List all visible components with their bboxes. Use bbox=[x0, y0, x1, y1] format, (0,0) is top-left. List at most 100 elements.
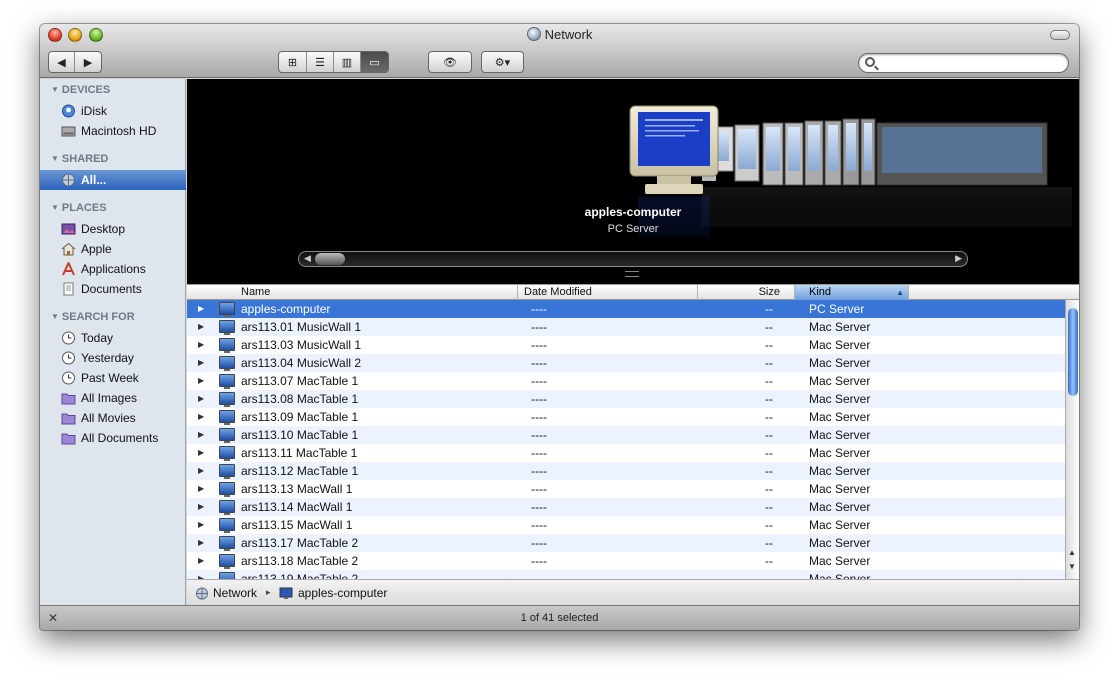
list-view-button[interactable]: ☰ bbox=[307, 52, 334, 72]
disclosure-triangle-icon[interactable]: ▶ bbox=[198, 520, 204, 529]
sidebar-item-label: All Documents bbox=[81, 431, 159, 445]
table-row[interactable]: ▶ ars113.13 MacWall 1 ---- -- Mac Server bbox=[187, 480, 1065, 498]
sidebar-item-idisk[interactable]: iDisk bbox=[40, 101, 186, 121]
vertical-scroll-thumb[interactable] bbox=[1068, 308, 1078, 396]
disclosure-triangle-icon[interactable]: ▶ bbox=[198, 484, 204, 493]
sidebar-item-applications[interactable]: Applications bbox=[40, 259, 186, 279]
sidebar-item-macintosh-hd[interactable]: Macintosh HD bbox=[40, 121, 186, 141]
column-view-button[interactable]: ▥ bbox=[334, 52, 361, 72]
sidebar-item-documents[interactable]: Documents bbox=[40, 279, 186, 299]
cover-flow-scroll-thumb[interactable] bbox=[315, 253, 345, 265]
disclosure-triangle-icon[interactable]: ▶ bbox=[198, 502, 204, 511]
table-row[interactable]: ▶ ars113.18 MacTable 2 ---- -- Mac Server bbox=[187, 552, 1065, 570]
sidebar-header-devices: DEVICES bbox=[51, 84, 110, 96]
split-resize-handle[interactable] bbox=[625, 271, 639, 277]
row-date-modified: ---- bbox=[531, 392, 547, 406]
sidebar-item-desktop[interactable]: Desktop bbox=[40, 219, 186, 239]
cover-flow-scrollbar[interactable]: ◀ ▶ bbox=[298, 251, 968, 267]
sidebar-item-all-shared[interactable]: All... bbox=[40, 170, 186, 190]
path-item-network[interactable]: Network bbox=[213, 586, 257, 600]
search-field[interactable] bbox=[858, 53, 1069, 73]
row-date-modified: ---- bbox=[531, 482, 547, 496]
disclosure-triangle-icon[interactable]: ▶ bbox=[198, 430, 204, 439]
row-kind: Mac Server bbox=[809, 428, 871, 442]
sidebar-item-all-documents[interactable]: All Documents bbox=[40, 428, 186, 448]
row-size: -- bbox=[765, 464, 773, 478]
table-row[interactable]: ▶ ars113.03 MusicWall 1 ---- -- Mac Server bbox=[187, 336, 1065, 354]
sidebar-item-today[interactable]: Today bbox=[40, 328, 186, 348]
table-row[interactable]: ▶ ars113.04 MusicWall 2 ---- -- Mac Server bbox=[187, 354, 1065, 372]
disclosure-triangle-icon[interactable]: ▶ bbox=[198, 376, 204, 385]
back-button[interactable]: ◀ bbox=[49, 52, 75, 72]
cover-flow-view-button[interactable]: ▭ bbox=[361, 52, 388, 72]
table-row[interactable]: ▶ ars113.15 MacWall 1 ---- -- Mac Server bbox=[187, 516, 1065, 534]
column-header-date-modified[interactable]: Date Modified bbox=[518, 285, 698, 300]
table-row[interactable]: ▶ ars113.01 MusicWall 1 ---- -- Mac Server bbox=[187, 318, 1065, 336]
disclosure-triangle-icon[interactable]: ▶ bbox=[198, 394, 204, 403]
table-row[interactable]: ▶ ars113.11 MacTable 1 ---- -- Mac Server bbox=[187, 444, 1065, 462]
row-size: -- bbox=[765, 482, 773, 496]
sidebar-item-all-images[interactable]: All Images bbox=[40, 388, 186, 408]
table-row[interactable]: ▶ apples-computer ---- -- PC Server bbox=[187, 300, 1065, 318]
row-kind: Mac Server bbox=[809, 338, 871, 352]
smart-folder-icon bbox=[61, 393, 76, 405]
server-computer-icon bbox=[219, 338, 235, 353]
scroll-down-icon[interactable]: ▼ bbox=[1068, 562, 1076, 571]
server-computer-icon bbox=[219, 356, 235, 371]
status-text: 1 of 41 selected bbox=[520, 612, 599, 624]
row-kind: Mac Server bbox=[809, 356, 871, 370]
cover-flow-view[interactable]: apples-computer PC Server ◀ ▶ bbox=[187, 79, 1079, 284]
title-bar: Network ◀ ▶ ⊞ ☰ ▥ ▭ 👁 ⚙▾ bbox=[40, 24, 1079, 78]
sidebar-item-past-week[interactable]: Past Week bbox=[40, 368, 186, 388]
icon-view-button[interactable]: ⊞ bbox=[279, 52, 307, 72]
sidebar-item-label: Past Week bbox=[81, 371, 139, 385]
column-header-name[interactable]: Name bbox=[187, 285, 518, 300]
table-row[interactable]: ▶ ars113.19 MacTable 2 ---- -- Mac Server bbox=[187, 570, 1065, 579]
quick-look-button[interactable]: 👁 bbox=[428, 51, 472, 73]
server-computer-icon bbox=[219, 320, 235, 335]
column-header-size[interactable]: Size bbox=[698, 285, 795, 300]
path-bar: Network ▸ apples-computer bbox=[187, 579, 1079, 605]
path-separator-icon: ▸ bbox=[266, 587, 271, 597]
row-name: ars113.13 MacWall 1 bbox=[241, 482, 353, 496]
disclosure-triangle-icon[interactable]: ▶ bbox=[198, 304, 204, 313]
sidebar-item-label: All Images bbox=[81, 391, 138, 405]
row-kind: PC Server bbox=[809, 302, 865, 316]
smart-folder-icon bbox=[61, 413, 76, 425]
table-row[interactable]: ▶ ars113.14 MacWall 1 ---- -- Mac Server bbox=[187, 498, 1065, 516]
disclosure-triangle-icon[interactable]: ▶ bbox=[198, 412, 204, 421]
row-date-modified: ---- bbox=[531, 446, 547, 460]
search-input[interactable] bbox=[881, 56, 1061, 70]
row-kind: Mac Server bbox=[809, 446, 871, 460]
list-column-headers: Name Date Modified Size Kind bbox=[187, 284, 1079, 300]
table-row[interactable]: ▶ ars113.07 MacTable 1 ---- -- Mac Server bbox=[187, 372, 1065, 390]
table-row[interactable]: ▶ ars113.12 MacTable 1 ---- -- Mac Server bbox=[187, 462, 1065, 480]
row-name: ars113.19 MacTable 2 bbox=[241, 572, 359, 579]
scroll-up-icon[interactable]: ▲ bbox=[1068, 548, 1076, 557]
table-row[interactable]: ▶ ars113.10 MacTable 1 ---- -- Mac Server bbox=[187, 426, 1065, 444]
scroll-right-icon[interactable]: ▶ bbox=[955, 253, 962, 264]
column-header-kind[interactable]: Kind bbox=[795, 285, 909, 300]
forward-button[interactable]: ▶ bbox=[75, 52, 101, 72]
sidebar-item-all-movies[interactable]: All Movies bbox=[40, 408, 186, 428]
toolbar-toggle-button[interactable] bbox=[1050, 30, 1070, 40]
scroll-left-icon[interactable]: ◀ bbox=[304, 253, 311, 264]
disclosure-triangle-icon[interactable]: ▶ bbox=[198, 322, 204, 331]
disclosure-triangle-icon[interactable]: ▶ bbox=[198, 358, 204, 367]
sidebar-item-label: All Movies bbox=[81, 411, 136, 425]
disclosure-triangle-icon[interactable]: ▶ bbox=[198, 448, 204, 457]
row-size: -- bbox=[765, 392, 773, 406]
disclosure-triangle-icon[interactable]: ▶ bbox=[198, 340, 204, 349]
table-row[interactable]: ▶ ars113.08 MacTable 1 ---- -- Mac Server bbox=[187, 390, 1065, 408]
path-item-current[interactable]: apples-computer bbox=[298, 586, 387, 600]
disclosure-triangle-icon[interactable]: ▶ bbox=[198, 538, 204, 547]
table-row[interactable]: ▶ ars113.17 MacTable 2 ---- -- Mac Server bbox=[187, 534, 1065, 552]
action-menu-button[interactable]: ⚙▾ bbox=[481, 51, 524, 73]
table-row[interactable]: ▶ ars113.09 MacTable 1 ---- -- Mac Server bbox=[187, 408, 1065, 426]
vertical-scrollbar[interactable]: ▲ ▼ bbox=[1065, 300, 1079, 579]
disclosure-triangle-icon[interactable]: ▶ bbox=[198, 556, 204, 565]
server-computer-icon bbox=[219, 410, 235, 425]
sidebar-item-yesterday[interactable]: Yesterday bbox=[40, 348, 186, 368]
sidebar-item-apple[interactable]: Apple bbox=[40, 239, 186, 259]
disclosure-triangle-icon[interactable]: ▶ bbox=[198, 466, 204, 475]
